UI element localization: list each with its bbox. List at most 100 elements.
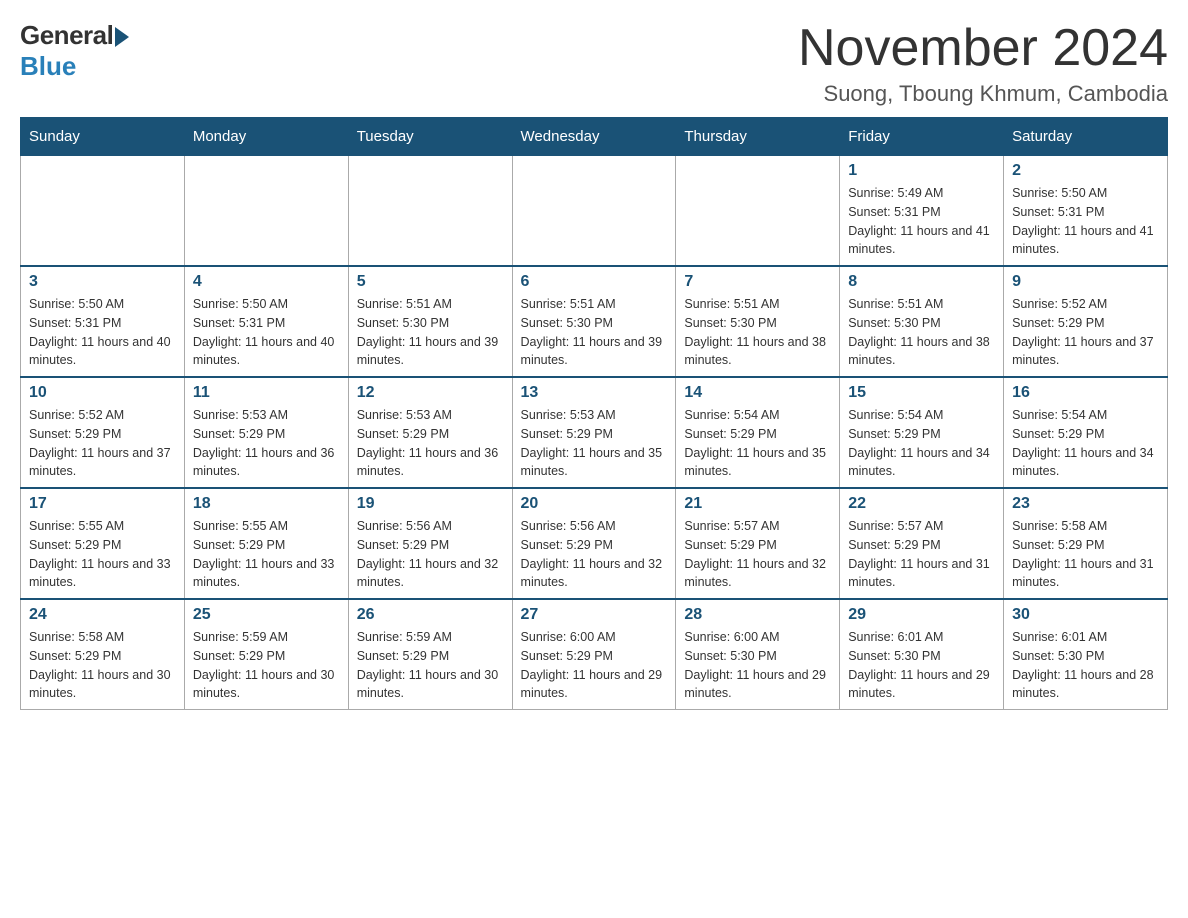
calendar-cell: 18 Sunrise: 5:55 AMSunset: 5:29 PMDayligh… xyxy=(184,488,348,599)
day-number: 25 xyxy=(193,606,340,624)
day-number: 6 xyxy=(521,273,668,291)
day-info: Sunrise: 5:51 AMSunset: 5:30 PMDaylight:… xyxy=(848,295,995,370)
header-friday: Friday xyxy=(840,118,1004,156)
day-number: 23 xyxy=(1012,495,1159,513)
day-number: 5 xyxy=(357,273,504,291)
header-tuesday: Tuesday xyxy=(348,118,512,156)
calendar-week-row: 3 Sunrise: 5:50 AMSunset: 5:31 PMDaylight… xyxy=(21,266,1168,377)
day-info: Sunrise: 5:55 AMSunset: 5:29 PMDaylight:… xyxy=(193,517,340,592)
day-number: 24 xyxy=(29,606,176,624)
day-info: Sunrise: 5:53 AMSunset: 5:29 PMDaylight:… xyxy=(193,406,340,481)
day-info: Sunrise: 5:57 AMSunset: 5:29 PMDaylight:… xyxy=(684,517,831,592)
day-info: Sunrise: 5:52 AMSunset: 5:29 PMDaylight:… xyxy=(1012,295,1159,370)
day-number: 2 xyxy=(1012,162,1159,180)
day-number: 13 xyxy=(521,384,668,402)
calendar-cell xyxy=(676,156,840,267)
calendar-cell: 20 Sunrise: 5:56 AMSunset: 5:29 PMDayligh… xyxy=(512,488,676,599)
day-number: 19 xyxy=(357,495,504,513)
logo-general-text: General xyxy=(20,20,113,51)
day-info: Sunrise: 6:00 AMSunset: 5:30 PMDaylight:… xyxy=(684,628,831,703)
calendar-table: SundayMondayTuesdayWednesdayThursdayFrid… xyxy=(20,117,1168,710)
day-number: 10 xyxy=(29,384,176,402)
calendar-cell: 9 Sunrise: 5:52 AMSunset: 5:29 PMDaylight… xyxy=(1004,266,1168,377)
calendar-cell: 6 Sunrise: 5:51 AMSunset: 5:30 PMDaylight… xyxy=(512,266,676,377)
calendar-week-row: 24 Sunrise: 5:58 AMSunset: 5:29 PMDayligh… xyxy=(21,599,1168,710)
calendar-cell xyxy=(21,156,185,267)
day-info: Sunrise: 5:51 AMSunset: 5:30 PMDaylight:… xyxy=(521,295,668,370)
calendar-week-row: 1 Sunrise: 5:49 AMSunset: 5:31 PMDaylight… xyxy=(21,156,1168,267)
calendar-cell xyxy=(512,156,676,267)
header-sunday: Sunday xyxy=(21,118,185,156)
calendar-cell: 13 Sunrise: 5:53 AMSunset: 5:29 PMDayligh… xyxy=(512,377,676,488)
day-number: 30 xyxy=(1012,606,1159,624)
day-info: Sunrise: 5:52 AMSunset: 5:29 PMDaylight:… xyxy=(29,406,176,481)
day-info: Sunrise: 5:50 AMSunset: 5:31 PMDaylight:… xyxy=(29,295,176,370)
day-number: 9 xyxy=(1012,273,1159,291)
day-number: 1 xyxy=(848,162,995,180)
calendar-cell: 2 Sunrise: 5:50 AMSunset: 5:31 PMDaylight… xyxy=(1004,156,1168,267)
title-section: November 2024 Suong, Tboung Khmum, Cambo… xyxy=(798,20,1168,107)
day-info: Sunrise: 5:51 AMSunset: 5:30 PMDaylight:… xyxy=(684,295,831,370)
calendar-cell: 12 Sunrise: 5:53 AMSunset: 5:29 PMDayligh… xyxy=(348,377,512,488)
day-info: Sunrise: 5:50 AMSunset: 5:31 PMDaylight:… xyxy=(193,295,340,370)
calendar-cell: 14 Sunrise: 5:54 AMSunset: 5:29 PMDayligh… xyxy=(676,377,840,488)
day-number: 28 xyxy=(684,606,831,624)
calendar-cell: 1 Sunrise: 5:49 AMSunset: 5:31 PMDaylight… xyxy=(840,156,1004,267)
day-number: 18 xyxy=(193,495,340,513)
day-info: Sunrise: 5:50 AMSunset: 5:31 PMDaylight:… xyxy=(1012,184,1159,259)
day-info: Sunrise: 6:00 AMSunset: 5:29 PMDaylight:… xyxy=(521,628,668,703)
day-info: Sunrise: 5:58 AMSunset: 5:29 PMDaylight:… xyxy=(29,628,176,703)
logo-blue-text: Blue xyxy=(20,51,76,82)
calendar-cell: 7 Sunrise: 5:51 AMSunset: 5:30 PMDaylight… xyxy=(676,266,840,377)
day-info: Sunrise: 5:51 AMSunset: 5:30 PMDaylight:… xyxy=(357,295,504,370)
calendar-cell: 17Sunrise: 5:55 AMSunset: 5:29 PMDayligh… xyxy=(21,488,185,599)
day-info: Sunrise: 5:56 AMSunset: 5:29 PMDaylight:… xyxy=(357,517,504,592)
day-info: Sunrise: 5:58 AMSunset: 5:29 PMDaylight:… xyxy=(1012,517,1159,592)
day-info: Sunrise: 6:01 AMSunset: 5:30 PMDaylight:… xyxy=(1012,628,1159,703)
logo-arrow-icon xyxy=(115,27,129,47)
calendar-cell: 10 Sunrise: 5:52 AMSunset: 5:29 PMDayligh… xyxy=(21,377,185,488)
day-number: 29 xyxy=(848,606,995,624)
calendar-cell: 23 Sunrise: 5:58 AMSunset: 5:29 PMDayligh… xyxy=(1004,488,1168,599)
calendar-cell: 8Sunrise: 5:51 AMSunset: 5:30 PMDaylight… xyxy=(840,266,1004,377)
calendar-cell: 26 Sunrise: 5:59 AMSunset: 5:29 PMDayligh… xyxy=(348,599,512,710)
day-number: 14 xyxy=(684,384,831,402)
day-number: 11 xyxy=(193,384,340,402)
day-number: 12 xyxy=(357,384,504,402)
calendar-cell: 4Sunrise: 5:50 AMSunset: 5:31 PMDaylight… xyxy=(184,266,348,377)
day-number: 15 xyxy=(848,384,995,402)
calendar-week-row: 17 Sunrise: 5:55 AMSunset: 5:29 PMDayligh… xyxy=(21,488,1168,599)
calendar-cell: 21Sunrise: 5:57 AMSunset: 5:29 PMDayligh… xyxy=(676,488,840,599)
day-number: 7 xyxy=(684,273,831,291)
day-number: 26 xyxy=(357,606,504,624)
calendar-cell: 15 Sunrise: 5:54 AMSunset: 5:29 PMDayligh… xyxy=(840,377,1004,488)
day-info: Sunrise: 5:59 AMSunset: 5:29 PMDaylight:… xyxy=(193,628,340,703)
day-info: Sunrise: 5:57 AMSunset: 5:29 PMDaylight:… xyxy=(848,517,995,592)
day-info: Sunrise: 5:59 AMSunset: 5:29 PMDaylight:… xyxy=(357,628,504,703)
calendar-cell: 25 Sunrise: 5:59 AMSunset: 5:29 PMDayligh… xyxy=(184,599,348,710)
location-subtitle: Suong, Tboung Khmum, Cambodia xyxy=(798,81,1168,107)
day-info: Sunrise: 5:53 AMSunset: 5:29 PMDaylight:… xyxy=(357,406,504,481)
day-info: Sunrise: 5:53 AMSunset: 5:29 PMDaylight:… xyxy=(521,406,668,481)
calendar-cell: 24 Sunrise: 5:58 AMSunset: 5:29 PMDayligh… xyxy=(21,599,185,710)
day-info: Sunrise: 5:56 AMSunset: 5:29 PMDaylight:… xyxy=(521,517,668,592)
day-info: Sunrise: 5:49 AMSunset: 5:31 PMDaylight:… xyxy=(848,184,995,259)
day-info: Sunrise: 6:01 AMSunset: 5:30 PMDaylight:… xyxy=(848,628,995,703)
day-number: 3 xyxy=(29,273,176,291)
day-info: Sunrise: 5:54 AMSunset: 5:29 PMDaylight:… xyxy=(848,406,995,481)
calendar-cell: 30 Sunrise: 6:01 AMSunset: 5:30 PMDayligh… xyxy=(1004,599,1168,710)
header-wednesday: Wednesday xyxy=(512,118,676,156)
calendar-header-row: SundayMondayTuesdayWednesdayThursdayFrid… xyxy=(21,118,1168,156)
day-number: 17 xyxy=(29,495,176,513)
day-number: 20 xyxy=(521,495,668,513)
day-info: Sunrise: 5:54 AMSunset: 5:29 PMDaylight:… xyxy=(684,406,831,481)
calendar-cell: 16 Sunrise: 5:54 AMSunset: 5:29 PMDayligh… xyxy=(1004,377,1168,488)
day-info: Sunrise: 5:54 AMSunset: 5:29 PMDaylight:… xyxy=(1012,406,1159,481)
calendar-cell xyxy=(348,156,512,267)
calendar-cell: 3 Sunrise: 5:50 AMSunset: 5:31 PMDaylight… xyxy=(21,266,185,377)
calendar-week-row: 10 Sunrise: 5:52 AMSunset: 5:29 PMDayligh… xyxy=(21,377,1168,488)
calendar-cell xyxy=(184,156,348,267)
calendar-cell: 22Sunrise: 5:57 AMSunset: 5:29 PMDayligh… xyxy=(840,488,1004,599)
day-number: 16 xyxy=(1012,384,1159,402)
calendar-cell: 29 Sunrise: 6:01 AMSunset: 5:30 PMDayligh… xyxy=(840,599,1004,710)
